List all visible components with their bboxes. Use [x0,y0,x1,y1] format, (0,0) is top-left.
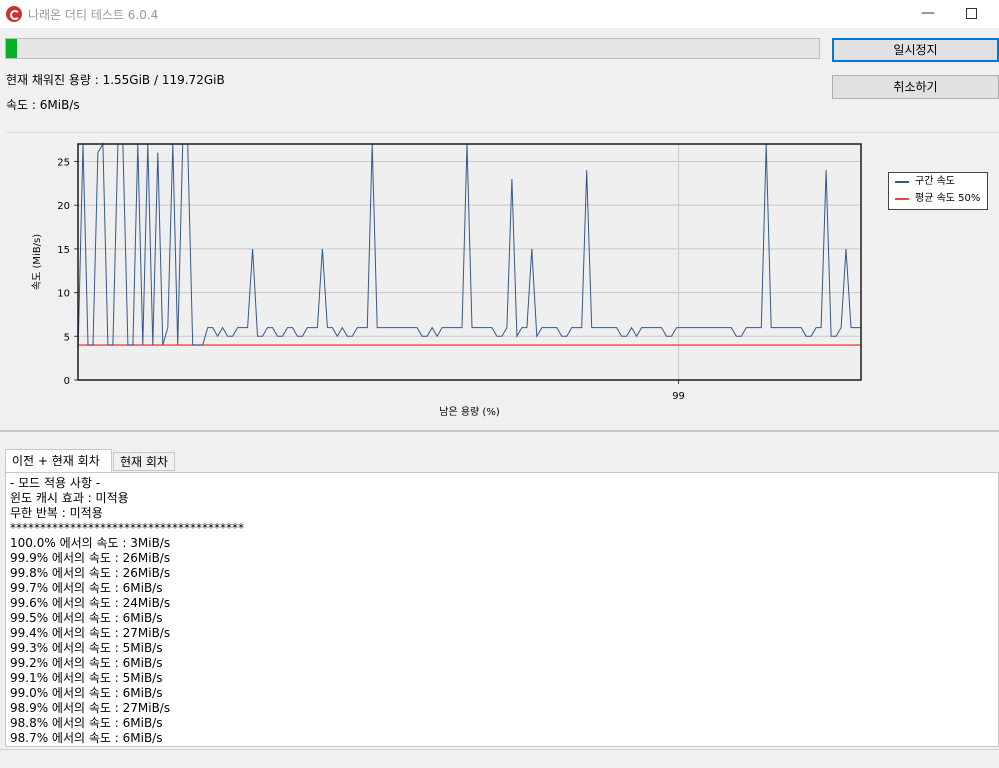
log-line: 98.7% 에서의 속도 : 6MiB/s [10,731,163,745]
tab-current[interactable]: 현재 회차 [113,452,175,471]
log-line: *************************************** [10,521,244,535]
log-line: 99.1% 에서의 속도 : 5MiB/s [10,671,163,685]
log-line: 99.8% 에서의 속도 : 26MiB/s [10,566,171,580]
speed-chart-panel: 0 5 10 15 20 25 99 남은 용량 (%) 속도 (MiB/s) 구간 속도 평균… [6,132,999,429]
y-tick-label: 0 [64,376,70,387]
minimize-button[interactable]: — [905,0,951,28]
filled-capacity-text: 현재 채워진 용량 : 1.55GiB / 119.72GiB [6,73,225,87]
log-line: 99.4% 에서의 속도 : 27MiB/s [10,626,171,640]
log-line: 99.3% 에서의 속도 : 5MiB/s [10,641,163,655]
legend-item-interval-speed: 구간 속도 [889,173,987,190]
log-line: 99.5% 에서의 속도 : 6MiB/s [10,611,163,625]
x-tick-label: 99 [672,391,685,402]
log-line: 99.0% 에서의 속도 : 6MiB/s [10,686,163,700]
legend-label-interval-speed: 구간 속도 [915,176,955,187]
log-line: 무한 반복 : 미적용 [10,506,103,520]
progress-bar [5,38,820,59]
y-tick-label: 10 [57,289,70,300]
log-textbox[interactable]: - 모드 적용 사항 - 윈도 캐시 효과 : 미적용 무한 반복 : 미적용 ***… [5,472,999,747]
y-tick-label: 25 [57,157,70,168]
y-tick-label: 20 [57,201,70,212]
panel-divider [0,430,999,432]
maximize-icon [965,7,977,19]
y-tick-label: 5 [64,332,70,343]
app-logo-icon [6,6,22,22]
log-line: 100.0% 에서의 속도 : 3MiB/s [10,536,171,550]
speed-text: 속도 : 6MiB/s [6,98,80,112]
x-axis-label: 남은 용량 (%) [439,406,500,418]
speed-chart: 0 5 10 15 20 25 99 남은 용량 (%) 속도 (MiB/s) [31,142,862,418]
window-title: 나래온 더티 테스트 6.0.4 [28,8,159,22]
cancel-button[interactable]: 취소하기 [832,75,999,99]
legend-swatch-interval-speed [895,181,909,183]
log-line: 99.6% 에서의 속도 : 24MiB/s [10,596,171,610]
tab-previous-current[interactable]: 이전 + 현재 회차 [5,449,112,472]
chart-legend: 구간 속도 평균 속도 50% [888,172,988,210]
log-line: 98.9% 에서의 속도 : 27MiB/s [10,701,171,715]
pause-button[interactable]: 일시정지 [832,38,999,62]
progress-bar-fill [6,39,17,58]
legend-swatch-average-speed [895,198,909,200]
legend-item-average-speed: 평균 속도 50% [889,190,987,207]
maximize-button[interactable] [948,0,994,28]
y-tick-label: 15 [57,245,70,256]
log-line: 99.7% 에서의 속도 : 6MiB/s [10,581,163,595]
log-line: 윈도 캐시 효과 : 미적용 [10,491,129,505]
title-bar: 나래온 더티 테스트 6.0.4 — [0,0,999,28]
log-line: - 모드 적용 사항 - [10,476,101,490]
y-axis-label: 속도 (MiB/s) [31,234,43,290]
bottom-scroll-strip [0,749,999,768]
log-line: 98.8% 에서의 속도 : 6MiB/s [10,716,163,730]
log-line: 99.2% 에서의 속도 : 6MiB/s [10,656,163,670]
log-line: 99.9% 에서의 속도 : 26MiB/s [10,551,171,565]
legend-label-average-speed: 평균 속도 50% [915,193,981,204]
